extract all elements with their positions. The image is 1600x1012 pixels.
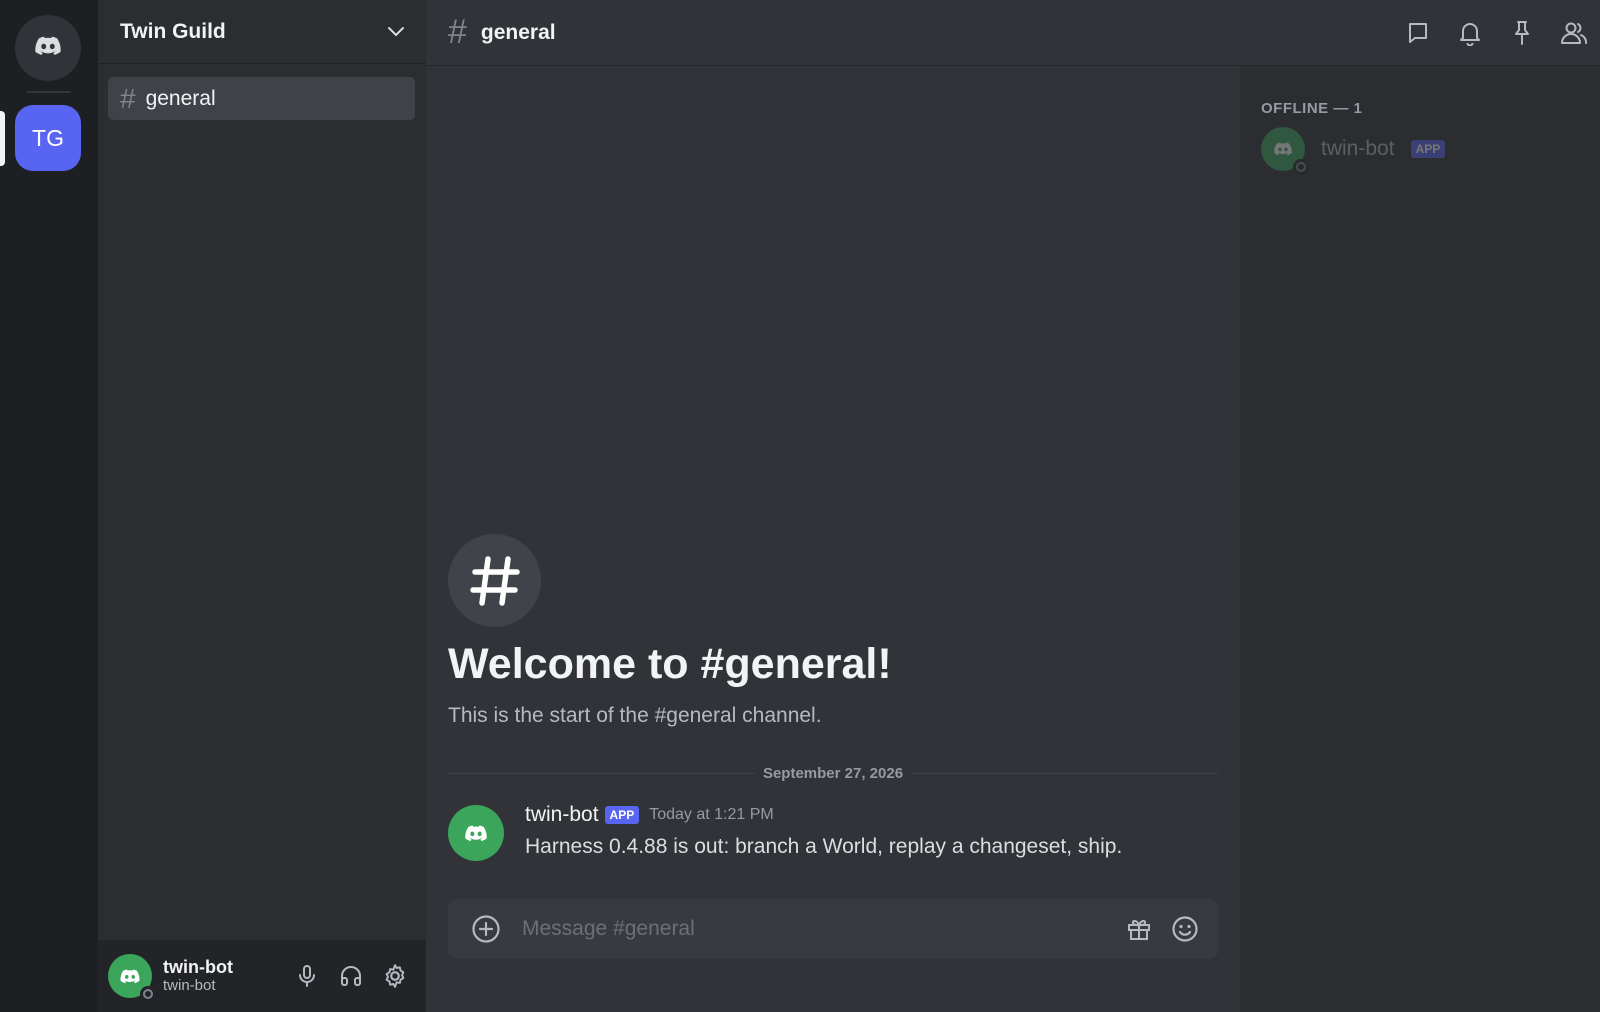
divider-line (911, 772, 1218, 774)
member-name: twin-bot (1321, 137, 1395, 160)
user-handle: twin-bot (163, 977, 216, 994)
pin-icon[interactable] (1496, 13, 1548, 53)
app-badge: APP (604, 806, 640, 824)
channel-welcome-icon (448, 534, 541, 627)
member-item[interactable]: twin-bot APP (1261, 127, 1446, 175)
gift-icon[interactable] (1116, 909, 1162, 949)
welcome-subtitle: This is the start of the #general channe… (448, 704, 822, 727)
home-button[interactable] (15, 15, 81, 81)
message-header: twin-bot APP Today at 1:21 PM (525, 803, 774, 827)
guild-name: Twin Guild (120, 19, 226, 43)
headphones-icon[interactable] (331, 956, 371, 996)
member-group-header: OFFLINE — 1 (1261, 100, 1363, 117)
message-composer (448, 899, 1218, 959)
guild-header[interactable]: Twin Guild (98, 0, 426, 64)
chevron-down-icon[interactable] (386, 22, 406, 42)
avatar (1261, 127, 1309, 175)
channel-item-general[interactable]: # general (108, 77, 415, 120)
app-badge: APP (1410, 140, 1446, 158)
bell-icon[interactable] (1444, 13, 1496, 53)
server-initials: TG (32, 124, 64, 151)
message-input[interactable] (522, 917, 1116, 941)
channel-name: general (145, 86, 216, 110)
channel-hash-icon: # (120, 82, 136, 114)
server-rail: TG (0, 0, 98, 1012)
plus-circle-icon[interactable] (470, 913, 502, 945)
user-panel: twin-bot twin-bot (98, 940, 426, 1012)
divider-line (448, 772, 755, 774)
offline-status-icon (140, 986, 156, 1002)
bot-avatar-icon (465, 825, 487, 841)
channel-sidebar: Twin Guild # general twin-bot twin-bot (98, 0, 426, 1012)
channel-hash-icon: # (448, 13, 467, 51)
channel-title: general (480, 20, 556, 44)
message-area: Welcome to #general! This is the start o… (426, 66, 1240, 1012)
avatar[interactable] (448, 805, 504, 861)
microphone-icon[interactable] (287, 956, 327, 996)
chat-header: # general (426, 0, 1600, 66)
server-icon-twin-guild[interactable]: TG (15, 105, 81, 171)
server-selected-indicator (0, 111, 5, 166)
bot-avatar-icon (120, 968, 140, 983)
gear-icon[interactable] (375, 956, 415, 996)
avatar[interactable] (108, 954, 156, 1002)
bot-avatar-icon (1274, 142, 1292, 156)
rail-separator (27, 91, 71, 93)
member-list: OFFLINE — 1 twin-bot APP (1240, 66, 1600, 1012)
welcome-title: Welcome to #general! (448, 640, 892, 688)
user-meta[interactable]: twin-bot twin-bot (163, 957, 283, 995)
emoji-icon[interactable] (1162, 909, 1208, 949)
message-item: twin-bot APP Today at 1:21 PM Harness 0.… (448, 803, 1218, 863)
message-timestamp: Today at 1:21 PM (649, 806, 774, 823)
members-icon[interactable] (1548, 13, 1600, 53)
user-display-name: twin-bot (163, 957, 233, 977)
date-divider: September 27, 2026 (448, 763, 1218, 783)
date-label: September 27, 2026 (762, 764, 904, 782)
threads-icon[interactable] (1392, 13, 1444, 53)
discord-logo-icon (35, 36, 61, 61)
message-text: Harness 0.4.88 is out: branch a World, r… (525, 835, 1123, 858)
message-author[interactable]: twin-bot (525, 803, 599, 827)
offline-status-icon (1293, 159, 1309, 175)
